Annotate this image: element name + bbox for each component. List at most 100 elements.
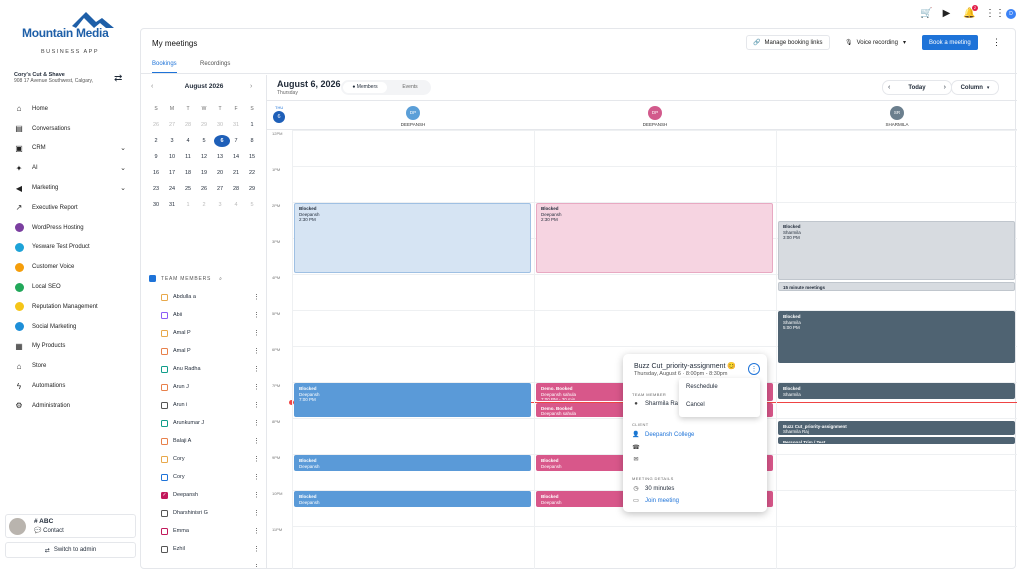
team-member-row[interactable]: Emma ⋮ [161, 522, 261, 540]
day-cell[interactable]: 26 [148, 122, 164, 128]
reschedule-menu-item[interactable]: Reschedule [679, 378, 760, 396]
member-options-icon[interactable]: ⋮ [253, 437, 260, 445]
location-switcher[interactable]: Cory's Cut & Shave 908 17 Avenue Southwe… [14, 72, 124, 84]
member-checkbox[interactable] [161, 383, 168, 391]
today-button[interactable]: Today [908, 85, 925, 91]
member-options-icon[interactable]: ⋮ [253, 383, 260, 391]
day-cell[interactable]: 28 [180, 122, 196, 128]
day-cell[interactable]: 5 [196, 138, 212, 144]
member-options-icon[interactable]: ⋮ [253, 293, 260, 301]
calendar-event[interactable]: Blocked Sharmila 5:00 PM [778, 311, 1015, 363]
day-number[interactable]: 6 [273, 111, 285, 123]
day-cell[interactable]: 9 [148, 154, 164, 160]
nav-item-customer-voice[interactable]: Customer Voice [14, 257, 130, 277]
day-cell[interactable]: 8 [244, 138, 260, 144]
day-cell[interactable]: 3 [212, 202, 228, 208]
swap-icon[interactable]: ⇄ [114, 73, 122, 84]
video-icon[interactable]: ▶ [941, 8, 952, 19]
tab-recordings[interactable]: Recordings [200, 61, 230, 67]
day-cell[interactable]: 21 [228, 170, 244, 176]
calendar-event[interactable]: Personal Trim / Test [778, 437, 1015, 444]
team-member-row[interactable]: ⋮ [161, 558, 261, 568]
cart-icon[interactable]: 🛒 [920, 8, 932, 19]
search-icon[interactable]: ⌕ [219, 276, 223, 282]
member-checkbox[interactable] [161, 365, 168, 373]
member-options-icon[interactable]: ⋮ [253, 509, 260, 517]
team-member-row[interactable]: Amal P ⋮ [161, 342, 261, 360]
team-member-row[interactable]: Arunkumar J ⋮ [161, 414, 261, 432]
day-cell[interactable]: 1 [180, 202, 196, 208]
day-cell[interactable]: 29 [244, 186, 260, 192]
nav-item-wordpress-hosting[interactable]: WordPress Hosting [14, 218, 130, 238]
member-checkbox[interactable] [161, 527, 168, 535]
user-avatar[interactable]: D [1006, 9, 1016, 19]
member-options-icon[interactable]: ⋮ [253, 329, 260, 337]
day-cell[interactable]: 13 [212, 154, 228, 160]
nav-item-conversations[interactable]: ▤ Conversations [14, 119, 130, 139]
nav-item-yesware-test-product[interactable]: Yesware Test Product [14, 238, 130, 258]
team-member-row[interactable]: Arun i ⋮ [161, 396, 261, 414]
day-cell[interactable]: 2 [148, 138, 164, 144]
day-cell[interactable]: 11 [180, 154, 196, 160]
calendar-event[interactable]: Blocked Deepansh 2:30 PM [294, 203, 531, 273]
nav-item-administration[interactable]: ⚙ Administration [14, 396, 130, 416]
cancel-menu-item[interactable]: Cancel [679, 396, 760, 414]
tab-bookings[interactable]: Bookings [152, 61, 177, 73]
member-options-icon[interactable]: ⋮ [253, 563, 260, 568]
team-member-row[interactable]: Balaji A ⋮ [161, 432, 261, 450]
member-checkbox[interactable] [161, 455, 168, 463]
team-member-row[interactable]: Cory ⋮ [161, 450, 261, 468]
member-options-icon[interactable]: ⋮ [253, 401, 260, 409]
calendar-event[interactable]: BlockedDeepansh9:30 PM [294, 455, 531, 471]
book-meeting-button[interactable]: Book a meeting [922, 35, 978, 50]
prev-day-icon[interactable]: ‹ [888, 84, 890, 91]
member-options-icon[interactable]: ⋮ [253, 473, 260, 481]
day-cell[interactable]: 5 [244, 202, 260, 208]
calendar-event[interactable]: 15 minute meetings [778, 282, 1015, 291]
member-options-icon[interactable]: ⋮ [253, 419, 260, 427]
day-cell[interactable]: 16 [148, 170, 164, 176]
next-month-icon[interactable]: › [250, 83, 252, 90]
day-cell[interactable]: 28 [228, 186, 244, 192]
member-checkbox[interactable] [161, 545, 168, 553]
day-cell[interactable]: 7 [228, 138, 244, 144]
member-checkbox[interactable] [161, 419, 168, 427]
member-checkbox[interactable] [161, 401, 168, 409]
day-cell[interactable]: 27 [164, 122, 180, 128]
calendar-event[interactable]: BlockedDeepansh10:30 PM [294, 491, 531, 507]
day-cell[interactable]: 3 [164, 138, 180, 144]
team-member-row[interactable]: Abii ⋮ [161, 306, 261, 324]
day-cell[interactable]: 4 [228, 202, 244, 208]
member-checkbox[interactable] [161, 347, 168, 355]
member-checkbox[interactable] [161, 293, 168, 301]
team-member-row[interactable]: Ezhil ⋮ [161, 540, 261, 558]
nav-item-store[interactable]: ⌂ Store [14, 356, 130, 376]
member-checkbox[interactable] [161, 329, 168, 337]
nav-item-automations[interactable]: ϟ Automations [14, 376, 130, 396]
day-cell[interactable]: 29 [196, 122, 212, 128]
day-cell[interactable]: 18 [180, 170, 196, 176]
team-member-row[interactable]: Dharshinisri G ⋮ [161, 504, 261, 522]
day-cell[interactable]: 14 [228, 154, 244, 160]
switch-to-admin-button[interactable]: ⇄ Switch to admin [5, 542, 136, 558]
team-member-row[interactable]: Abdulla a ⋮ [161, 288, 261, 306]
calendar-event[interactable]: Blocked Sharmila 3:00 PM [778, 221, 1015, 281]
day-cell[interactable]: 10 [164, 154, 180, 160]
nav-item-marketing[interactable]: ◀ Marketing ⌄ [14, 178, 130, 198]
nav-item-my-products[interactable]: ▦ My Products [14, 337, 130, 357]
member-options-icon[interactable]: ⋮ [253, 455, 260, 463]
nav-item-crm[interactable]: ▣ CRM ⌄ [14, 139, 130, 159]
toggle-members[interactable]: ● Members [343, 82, 387, 93]
member-options-icon[interactable]: ⋮ [253, 527, 260, 535]
day-cell[interactable]: 31 [228, 122, 244, 128]
calendar-event[interactable]: Blocked Deepansh 2:30 PM [536, 203, 773, 273]
more-options-icon[interactable]: ⋮ [986, 35, 1007, 50]
select-all-checkbox[interactable] [149, 275, 156, 282]
team-member-row[interactable]: Anu Radha ⋮ [161, 360, 261, 378]
day-cell[interactable]: 25 [180, 186, 196, 192]
manage-booking-links-button[interactable]: 🔗 Manage booking links [746, 35, 830, 50]
client-name-link[interactable]: Deepansh College [645, 432, 694, 438]
view-dropdown[interactable]: Column ▾ [951, 80, 999, 95]
nav-item-reputation-management[interactable]: Reputation Management [14, 297, 130, 317]
team-member-row[interactable]: Amal P ⋮ [161, 324, 261, 342]
